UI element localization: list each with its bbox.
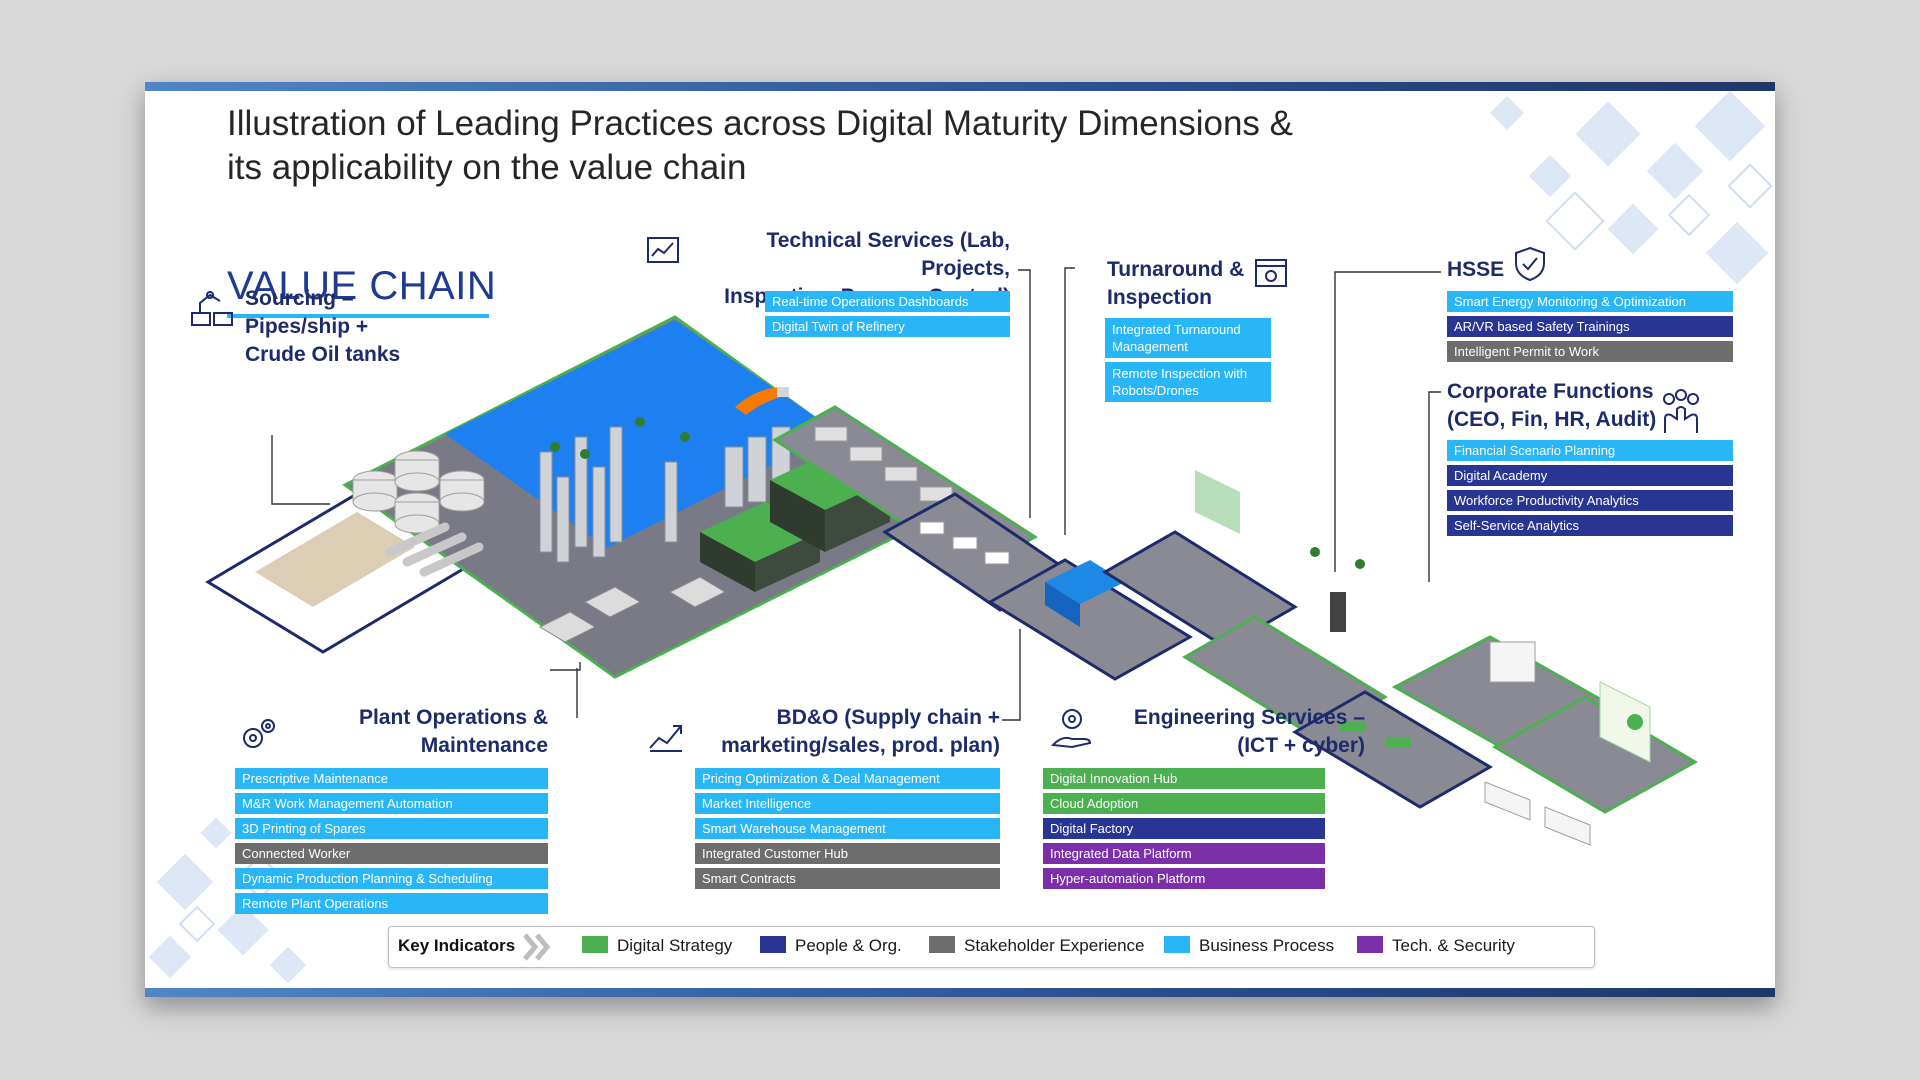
turnaround-title-line-2: Inspection xyxy=(1107,286,1213,309)
legend-item-tech-security: Tech. & Security xyxy=(1357,936,1515,956)
engineering-list: Digital Innovation Hub Cloud Adoption Di… xyxy=(1043,768,1325,893)
bdo-list: Pricing Optimization & Deal Management M… xyxy=(695,768,1000,893)
turnaround-title-line-1: Turnaround & xyxy=(1107,258,1245,281)
sourcing-title: Sourcing – Pipes/ship + Crude Oil tanks xyxy=(245,285,400,369)
list-item: Remote Plant Operations xyxy=(235,893,548,914)
plant-title-line-1: Plant Operations & xyxy=(358,706,548,729)
list-item: 3D Printing of Spares xyxy=(235,818,548,839)
turnaround-list: Integrated Turnaround Management Remote … xyxy=(1105,318,1271,406)
gear-hand-icon xyxy=(1050,709,1092,749)
list-item: Smart Warehouse Management xyxy=(695,818,1000,839)
robot-arm-factory-icon xyxy=(191,291,233,326)
list-item: Remote Inspection with Robots/Drones xyxy=(1105,362,1271,402)
list-item: Connected Worker xyxy=(235,843,548,864)
engineering-title-line-2: (ICT + cyber) xyxy=(1237,734,1365,757)
list-item: Self-Service Analytics xyxy=(1447,515,1733,536)
list-item: Cloud Adoption xyxy=(1043,793,1325,814)
list-item: M&R Work Management Automation xyxy=(235,793,548,814)
double-chevron-icon xyxy=(523,933,551,961)
corporate-list: Financial Scenario Planning Digital Acad… xyxy=(1447,440,1733,540)
legend-swatch xyxy=(1164,936,1190,953)
bdo-title-line-2: marketing/sales, prod. plan) xyxy=(721,734,1000,757)
legend-swatch xyxy=(1357,936,1383,953)
engineering-title-line-1: Engineering Services – xyxy=(1133,706,1365,729)
bottom-accent-bar xyxy=(145,988,1775,997)
list-item: Dynamic Production Planning & Scheduling xyxy=(235,868,548,889)
plant-title: Plant Operations & Maintenance xyxy=(295,704,548,760)
legend-swatch xyxy=(760,936,786,953)
legend-item-stakeholder-experience: Stakeholder Experience xyxy=(929,936,1145,956)
list-item: Integrated Data Platform xyxy=(1043,843,1325,864)
dashboard-report-icon xyxy=(647,237,679,263)
list-item: Workforce Productivity Analytics xyxy=(1447,490,1733,511)
growth-chart-icon xyxy=(649,725,682,752)
list-item: Digital Factory xyxy=(1043,818,1325,839)
network-hand-icon xyxy=(1663,389,1699,433)
list-item: Smart Contracts xyxy=(695,868,1000,889)
list-item: Market Intelligence xyxy=(695,793,1000,814)
legend-item-digital-strategy: Digital Strategy xyxy=(582,936,732,956)
list-item: Integrated Turnaround Management xyxy=(1105,318,1271,358)
legend-swatch xyxy=(582,936,608,953)
sourcing-title-line-3: Crude Oil tanks xyxy=(245,343,401,366)
key-indicators-legend: Key Indicators Digital Strategy People &… xyxy=(388,926,1595,968)
corporate-title: Corporate Functions (CEO, Fin, HR, Audit… xyxy=(1447,378,1656,434)
list-item: Financial Scenario Planning xyxy=(1447,440,1733,461)
technical-list: Real-time Operations Dashboards Digital … xyxy=(765,291,1010,341)
bdo-title-line-1: BD&O (Supply chain + xyxy=(776,706,1000,729)
hsse-list: Smart Energy Monitoring & Optimization A… xyxy=(1447,291,1733,366)
bdo-title: BD&O (Supply chain + marketing/sales, pr… xyxy=(690,704,1000,760)
list-item: AR/VR based Safety Trainings xyxy=(1447,316,1733,337)
plant-list: Prescriptive Maintenance M&R Work Manage… xyxy=(235,768,548,918)
list-item: Smart Energy Monitoring & Optimization xyxy=(1447,291,1733,312)
legend-item-people-org: People & Org. xyxy=(760,936,902,956)
list-item: Intelligent Permit to Work xyxy=(1447,341,1733,362)
calendar-gear-icon xyxy=(1255,259,1287,287)
corporate-title-line-1: Corporate Functions xyxy=(1447,380,1654,403)
sourcing-title-line-2: Pipes/ship + xyxy=(245,315,369,338)
engineering-title: Engineering Services – (ICT + cyber) xyxy=(1100,704,1365,760)
legend-item-business-process: Business Process xyxy=(1164,936,1334,956)
corporate-title-line-2: (CEO, Fin, HR, Audit) xyxy=(1447,408,1657,431)
hsse-title-line-1: HSSE xyxy=(1447,258,1505,281)
legend-swatch xyxy=(929,936,955,953)
list-item: Pricing Optimization & Deal Management xyxy=(695,768,1000,789)
gears-icon xyxy=(243,719,275,748)
shield-check-icon xyxy=(1515,246,1545,282)
list-item: Digital Twin of Refinery xyxy=(765,316,1010,337)
list-item: Real-time Operations Dashboards xyxy=(765,291,1010,312)
legend-title: Key Indicators xyxy=(398,936,516,955)
holo-display xyxy=(1195,470,1240,534)
list-item: Digital Innovation Hub xyxy=(1043,768,1325,789)
list-item: Hyper-automation Platform xyxy=(1043,868,1325,889)
list-item: Prescriptive Maintenance xyxy=(235,768,548,789)
slide: Illustration of Leading Practices across… xyxy=(145,82,1775,997)
list-item: Integrated Customer Hub xyxy=(695,843,1000,864)
turnaround-title: Turnaround & Inspection xyxy=(1107,256,1244,312)
sourcing-title-line-1: Sourcing – xyxy=(245,287,354,310)
hsse-title: HSSE xyxy=(1447,256,1504,284)
plant-title-line-2: Maintenance xyxy=(420,734,548,757)
list-item: Digital Academy xyxy=(1447,465,1733,486)
technical-title-line-1: Technical Services (Lab, Projects, xyxy=(766,229,1010,280)
